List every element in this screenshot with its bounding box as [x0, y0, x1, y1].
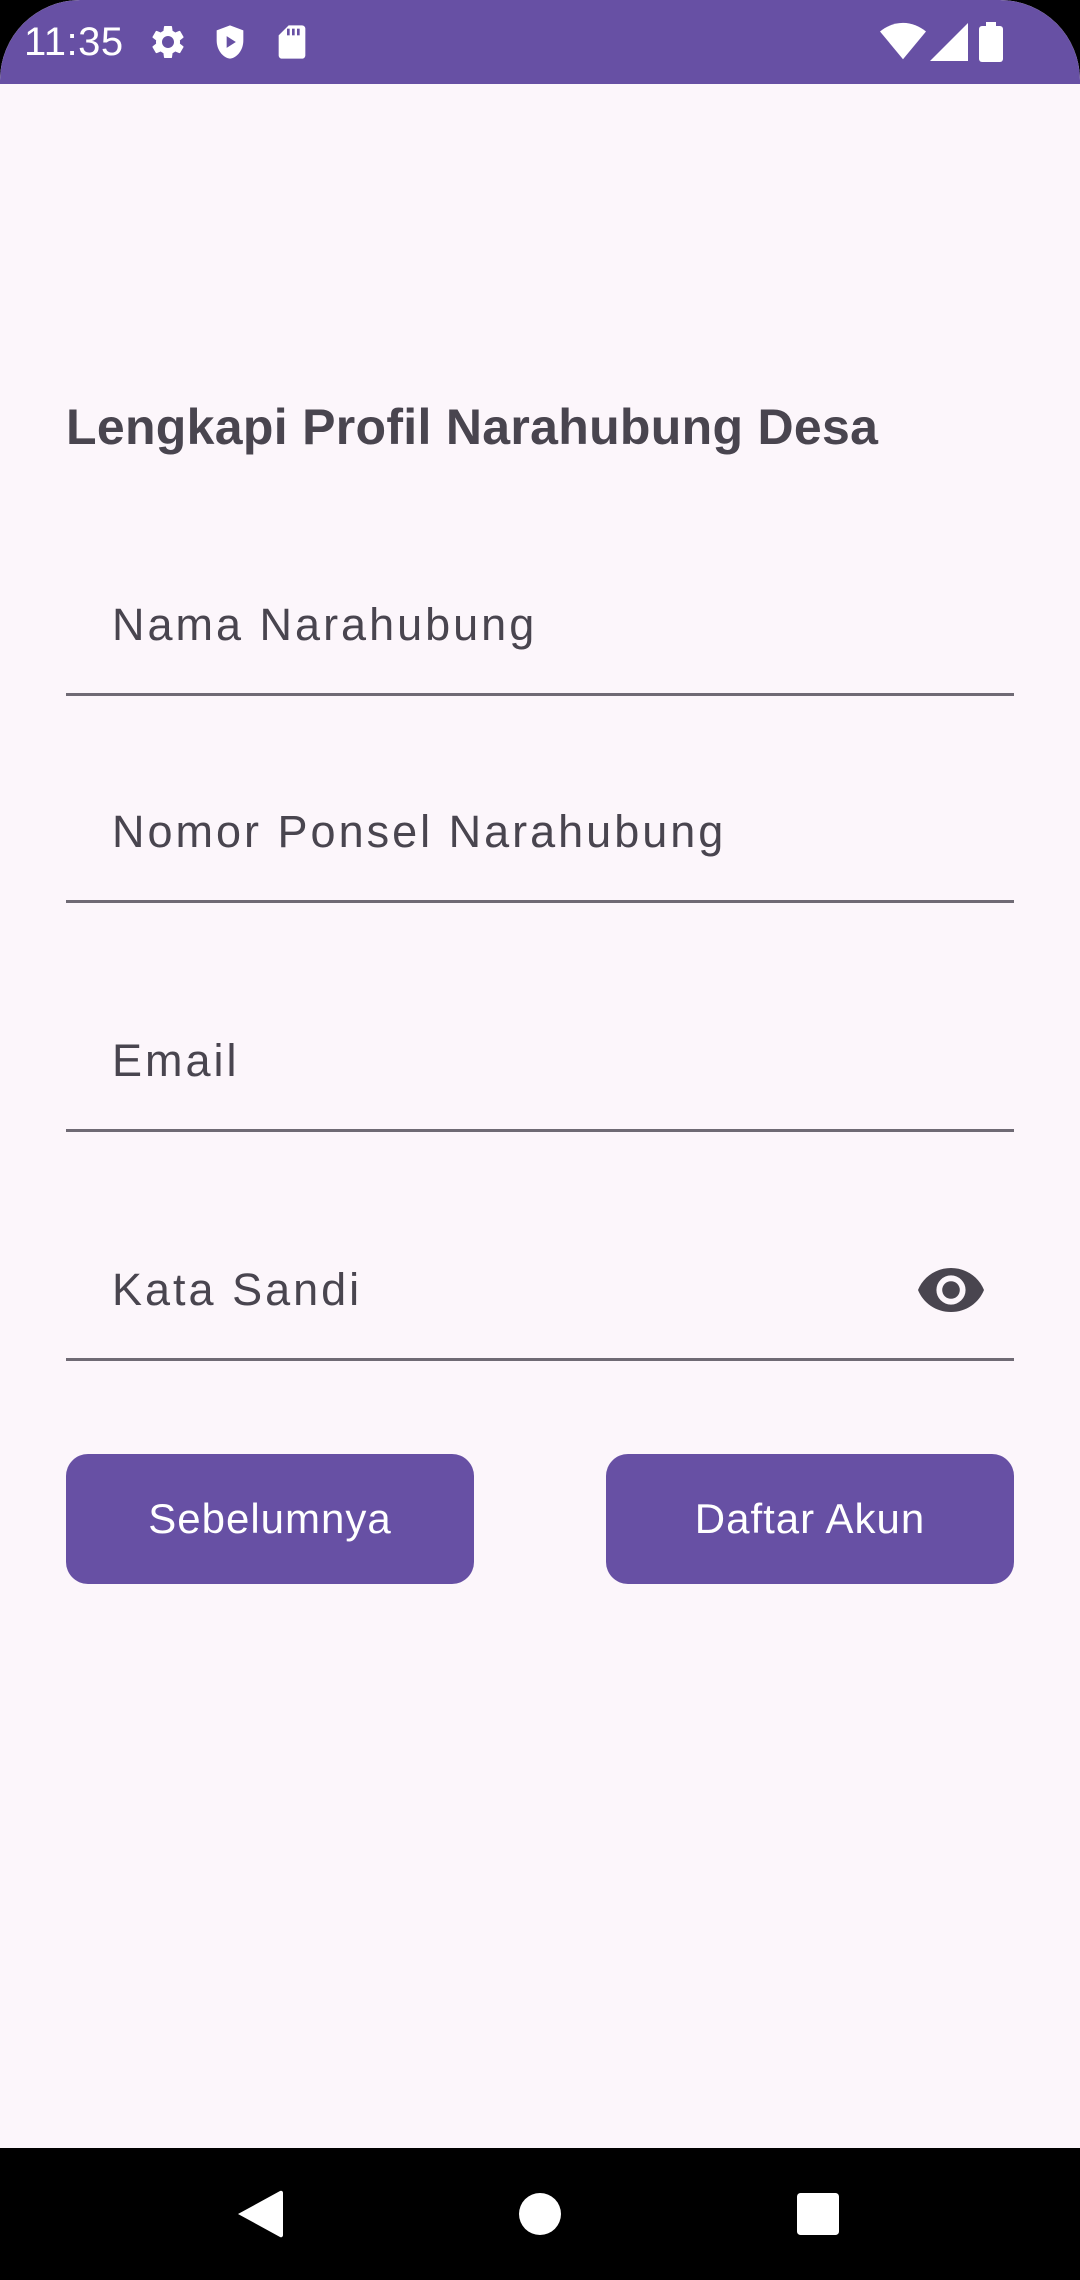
eye-icon[interactable] — [918, 1267, 984, 1313]
signal-icon — [930, 23, 968, 61]
screen: 11:35 Lengkapi Profil Narahubung Desa Na… — [0, 0, 1080, 2280]
page-title: Lengkapi Profil Narahubung Desa — [66, 399, 879, 455]
home-icon[interactable] — [519, 2193, 561, 2235]
password-label: Kata Sandi — [112, 1263, 363, 1315]
shield-play-icon — [216, 25, 244, 59]
previous-button-label: Sebelumnya — [148, 1495, 392, 1542]
previous-button[interactable]: Sebelumnya — [66, 1454, 474, 1584]
contact-name-label: Nama Narahubung — [112, 598, 538, 650]
status-bar: 11:35 — [0, 0, 1080, 84]
sd-card-icon — [278, 25, 306, 59]
contact-name-field[interactable]: Nama Narahubung — [66, 556, 1014, 696]
password-field[interactable]: Kata Sandi — [66, 1221, 1014, 1361]
wifi-icon — [880, 22, 926, 60]
battery-icon — [979, 22, 1003, 62]
register-account-button-label: Daftar Akun — [694, 1495, 926, 1542]
status-time: 11:35 — [24, 20, 124, 64]
settings-icon — [152, 25, 184, 58]
navigation-bar — [0, 2148, 1080, 2280]
back-icon[interactable] — [236, 2188, 284, 2240]
register-account-button[interactable]: Daftar Akun — [606, 1454, 1014, 1584]
email-label: Email — [112, 1034, 240, 1086]
email-field[interactable]: Email — [66, 992, 1014, 1132]
contact-phone-label: Nomor Ponsel Narahubung — [112, 805, 727, 857]
recents-icon[interactable] — [797, 2193, 839, 2235]
contact-phone-field[interactable]: Nomor Ponsel Narahubung — [66, 763, 1014, 903]
